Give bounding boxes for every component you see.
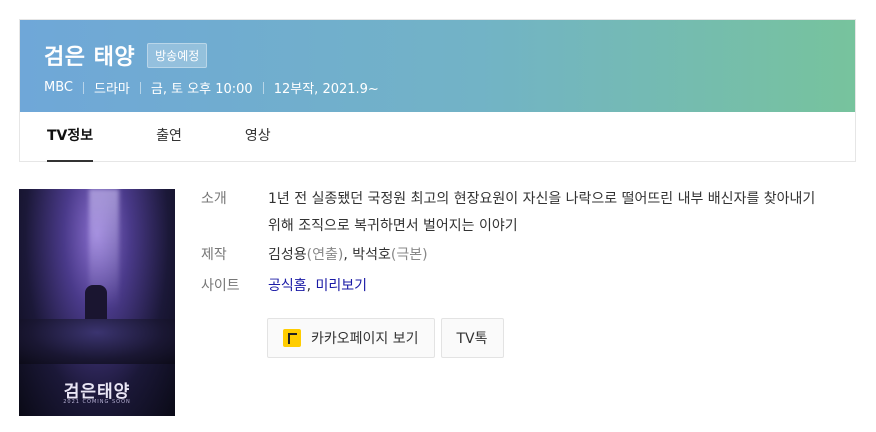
- synopsis-row: 소개 1년 전 실종됐던 국정원 최고의 현장요원이 자신을 나락으로 떨어뜨린…: [201, 186, 841, 240]
- poster-crowd: [19, 319, 175, 364]
- action-buttons: 카카오페이지 보기 TV톡: [267, 318, 510, 358]
- meta-divider: [262, 81, 264, 94]
- title-row: 검은 태양 방송예정: [44, 39, 208, 71]
- preview-link[interactable]: 미리보기: [316, 278, 368, 294]
- genre-label: 드라마: [93, 82, 130, 97]
- tab-bar: TV정보 출연 영상: [20, 112, 855, 162]
- status-badge: 방송예정: [147, 42, 208, 68]
- program-info: 소개 1년 전 실종됐던 국정원 최고의 현장요원이 자신을 나락으로 떨어뜨린…: [201, 186, 841, 300]
- meta-divider: [82, 81, 84, 94]
- tv-talk-button[interactable]: TV톡: [440, 318, 504, 358]
- channel-label: MBC: [44, 80, 73, 95]
- synopsis-text: 1년 전 실종됐던 국정원 최고의 현장요원이 자신을 나락으로 떨어뜨린 내부…: [268, 191, 816, 234]
- meta-divider: [139, 81, 141, 94]
- staff-label: 제작: [201, 247, 227, 263]
- poster-image[interactable]: 검은태양 2021 COMING SOON: [19, 189, 175, 416]
- site-separator: ,: [306, 278, 316, 294]
- staff-writer-role: (극본): [390, 247, 428, 263]
- staff-director-role: (연출): [306, 247, 344, 263]
- kakaopage-icon: [283, 329, 301, 347]
- site-label: 사이트: [201, 278, 240, 294]
- schedule-label: 금, 토 오후 10:00: [150, 82, 253, 97]
- program-banner: 검은 태양 방송예정 MBC 드라마 금, 토 오후 10:00 12부작, 2…: [20, 20, 855, 112]
- kakaopage-button[interactable]: 카카오페이지 보기: [267, 318, 435, 358]
- poster-subtitle: 2021 COMING SOON: [63, 399, 131, 405]
- site-row: 사이트 공식홈, 미리보기: [201, 273, 841, 300]
- episodes-label: 12부작, 2021.9~: [273, 82, 379, 97]
- tab-cast[interactable]: 출연: [156, 112, 182, 161]
- tv-talk-button-label: TV톡: [456, 331, 488, 347]
- staff-separator: ,: [343, 247, 353, 263]
- official-site-link[interactable]: 공식홈: [268, 278, 307, 294]
- kakaopage-button-label: 카카오페이지 보기: [311, 331, 419, 347]
- staff-writer-name[interactable]: 박석호: [352, 247, 391, 263]
- staff-director-name[interactable]: 김성용: [268, 247, 307, 263]
- tab-tv-info[interactable]: TV정보: [47, 112, 94, 162]
- synopsis-label: 소개: [201, 191, 227, 207]
- program-card: 검은 태양 방송예정 MBC 드라마 금, 토 오후 10:00 12부작, 2…: [19, 19, 856, 162]
- program-title[interactable]: 검은 태양: [44, 39, 135, 71]
- program-meta: MBC 드라마 금, 토 오후 10:00 12부작, 2021.9~: [44, 78, 379, 97]
- staff-list: 김성용(연출), 박석호(극본): [268, 242, 428, 269]
- site-links: 공식홈, 미리보기: [268, 273, 367, 300]
- tab-video[interactable]: 영상: [245, 112, 271, 161]
- staff-row: 제작 김성용(연출), 박석호(극본): [201, 242, 841, 269]
